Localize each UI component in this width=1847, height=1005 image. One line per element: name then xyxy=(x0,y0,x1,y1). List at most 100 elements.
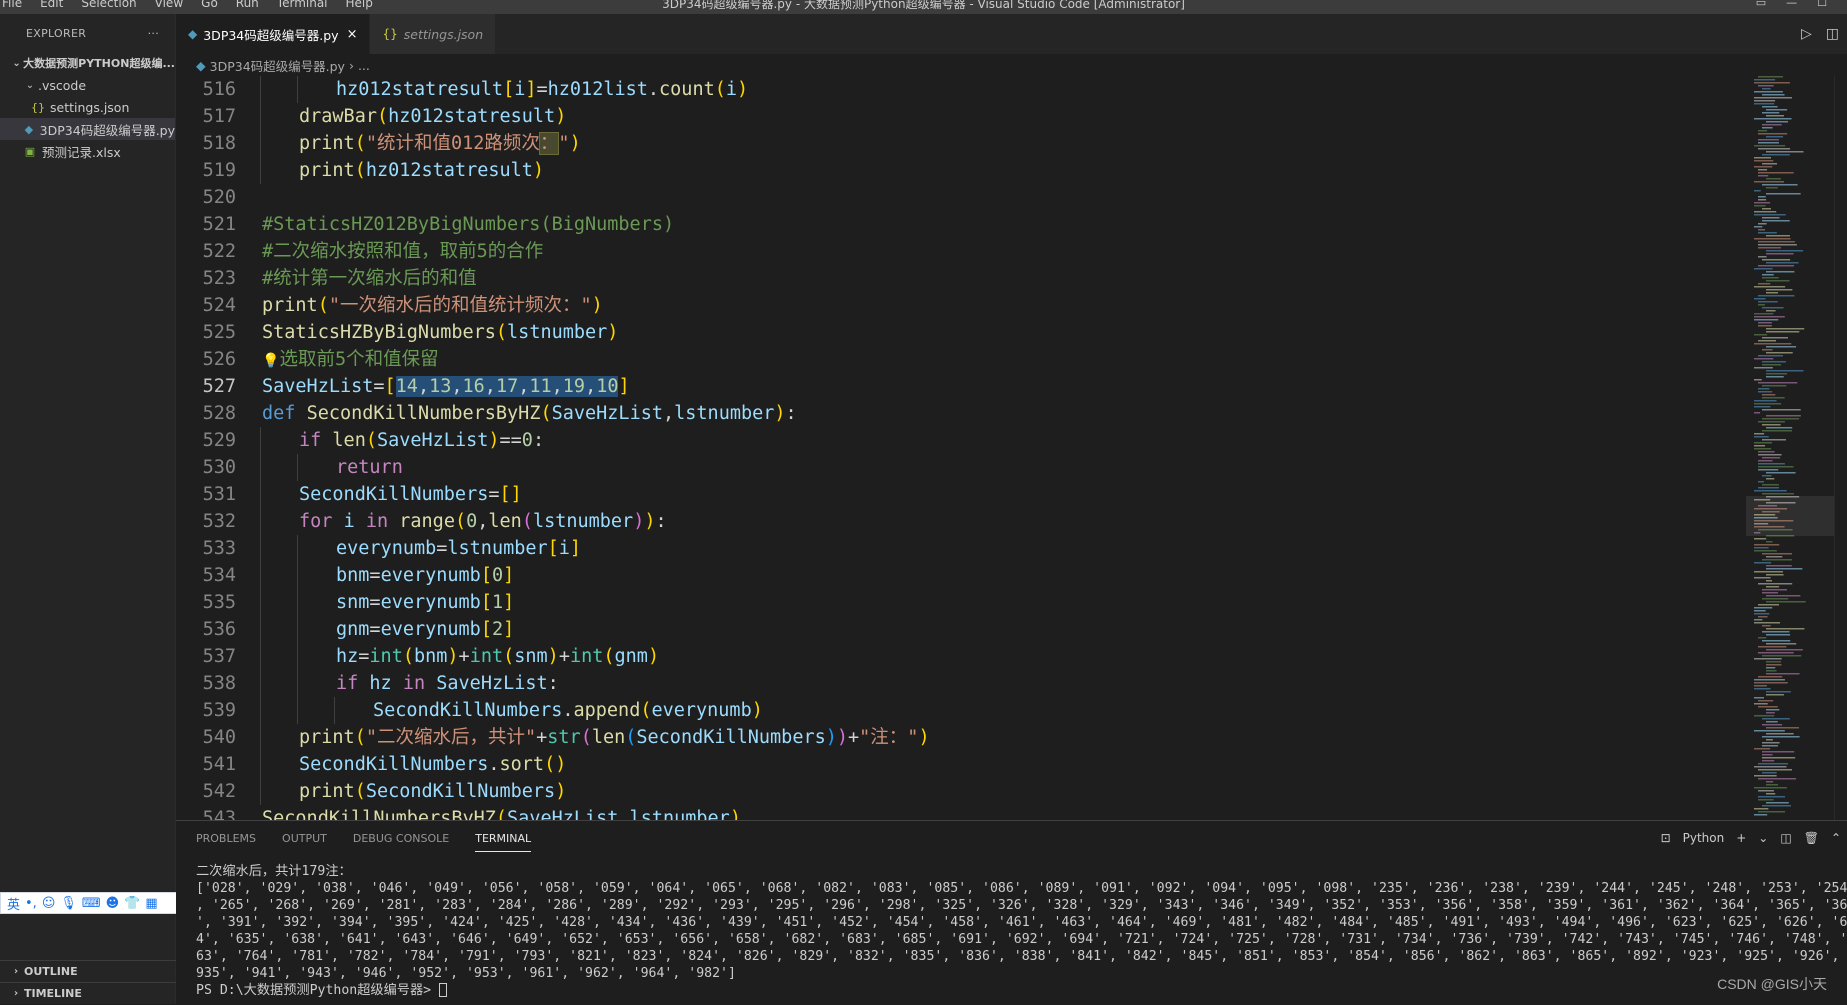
close-icon[interactable]: × xyxy=(347,27,358,42)
minimap-line xyxy=(1754,82,1790,84)
code-line[interactable]: 527 SaveHzList=[14,13,16,17,11,19,10] xyxy=(176,373,1746,400)
run-icon[interactable]: ▷ xyxy=(1801,26,1812,42)
code-line[interactable]: 521 #StaticsHZ012ByBigNumbers(BigNumbers) xyxy=(176,211,1746,238)
minimap-line xyxy=(1754,313,1774,315)
maximize-panel-icon[interactable]: ⌃ xyxy=(1831,831,1841,845)
minimap-line xyxy=(1758,130,1768,132)
code-line[interactable]: 537 hz=int(bnm)+int(snm)+int(gnm) xyxy=(176,643,1746,670)
minimap-line xyxy=(1762,553,1793,555)
tab-output[interactable]: OUTPUT xyxy=(282,832,327,845)
keyboard-icon[interactable]: ⌨ xyxy=(82,896,101,911)
minimap-line xyxy=(1766,262,1799,264)
punctuation-icon[interactable]: •, xyxy=(25,896,37,911)
minimap[interactable] xyxy=(1746,76,1846,820)
terminal-prompt[interactable]: PS D:\大数据预测Python超级编号器> xyxy=(196,982,1847,999)
minimap-line xyxy=(1762,772,1777,774)
minimize-icon[interactable]: — xyxy=(1786,0,1797,9)
minimap-line xyxy=(1754,679,1785,681)
split-terminal-icon[interactable]: ◫ xyxy=(1780,831,1791,845)
code-line[interactable]: 534 bnm=everynumb[0] xyxy=(176,562,1746,589)
code-line[interactable]: 524 print("一次缩水后的和值统计频次：") xyxy=(176,292,1746,319)
minimap-line xyxy=(1762,337,1789,339)
code-text: if len(SaveHzList)==0: xyxy=(299,430,545,451)
minimap-line xyxy=(1766,733,1794,735)
code-line[interactable]: 522 #二次缩水按照和值，取前5的合作 xyxy=(176,238,1746,265)
tab-terminal[interactable]: TERMINAL xyxy=(475,825,532,852)
indent-guide xyxy=(260,616,261,643)
vertical-scrollbar[interactable] xyxy=(1834,76,1846,820)
skin-icon[interactable]: 👕 xyxy=(124,896,140,911)
terminal-shell-label[interactable]: Python xyxy=(1683,831,1725,845)
minimap-line xyxy=(1754,490,1787,492)
terminal-line: 4', '635', '638', '641', '643', '646', '… xyxy=(196,932,1847,947)
minimap-line xyxy=(1762,493,1795,495)
timeline-section[interactable]: › TIMELINE xyxy=(0,982,176,1004)
minimap-line xyxy=(1754,544,1780,546)
code-line[interactable]: 540 print("二次缩水后，共计"+str(len(SecondKillNu… xyxy=(176,724,1746,751)
tab-python-file[interactable]: ◆ 3DP34码超级编号器.py × xyxy=(176,14,371,54)
minimap-line xyxy=(1766,115,1784,117)
code-line[interactable]: 526 💡选取前5个和值保留 xyxy=(176,346,1746,373)
code-line[interactable]: 518 print("统计和值012路频次：") xyxy=(176,130,1746,157)
chevron-down-icon[interactable]: ⌄ xyxy=(1758,831,1768,845)
explorer-header: EXPLORER ··· xyxy=(0,14,175,52)
code-line[interactable]: 541 SecondKillNumbers.sort() xyxy=(176,751,1746,778)
breadcrumb-file[interactable]: 3DP34码超级编号器.py xyxy=(210,56,345,75)
code-line[interactable]: 539 SecondKillNumbers.append(everynumb) xyxy=(176,697,1746,724)
breadcrumb: ◆ 3DP34码超级编号器.py › ... xyxy=(176,54,1847,76)
chevron-right-icon: › xyxy=(13,988,19,999)
code-line[interactable]: 535 snm=everynumb[1] xyxy=(176,589,1746,616)
split-editor-icon[interactable]: ◫ xyxy=(1826,26,1839,42)
minimap-line xyxy=(1766,310,1776,312)
tab-settings-json[interactable]: {} settings.json xyxy=(370,14,497,54)
code-line[interactable]: 516 hz012statresult[i]=hz012list.count(i) xyxy=(176,76,1746,103)
workspace-folder[interactable]: ⌄ 大数据预测PYTHON超级编... xyxy=(0,52,175,74)
code-line[interactable]: 519 print(hz012statresult) xyxy=(176,157,1746,184)
code-line[interactable]: 532 for i in range(0,len(lstnumber)): xyxy=(176,508,1746,535)
grid-icon[interactable]: ▦ xyxy=(145,896,157,911)
line-number: 541 xyxy=(202,754,236,775)
trash-icon[interactable]: 🗑 xyxy=(1804,831,1819,845)
code-line[interactable]: 525 StaticsHZByBigNumbers(lstnumber) xyxy=(176,319,1746,346)
add-terminal-icon[interactable]: + xyxy=(1736,831,1746,845)
emoji-icon[interactable]: ☺ xyxy=(42,896,56,911)
tree-item-xlsx[interactable]: ▣ 预测记录.xlsx xyxy=(0,140,175,162)
code-line[interactable]: 536 gnm=everynumb[2] xyxy=(176,616,1746,643)
code-line[interactable]: 520 xyxy=(176,184,1746,211)
tree-item-vscode[interactable]: ⌄ .vscode xyxy=(0,74,175,96)
code-line[interactable]: 531 SecondKillNumbers=[] xyxy=(176,481,1746,508)
minimap-line xyxy=(1766,649,1803,651)
panel-tabs: PROBLEMS OUTPUT DEBUG CONSOLE TERMINAL ⊡… xyxy=(176,821,1847,855)
microphone-icon[interactable]: 🎙 xyxy=(60,896,77,911)
code-line[interactable]: 542 print(SecondKillNumbers) xyxy=(176,778,1746,805)
layout-icon[interactable]: ▭ xyxy=(1756,0,1766,9)
tree-item-python-file[interactable]: ◆ 3DP34码超级编号器.py xyxy=(0,118,175,140)
code-editor[interactable]: 516 hz012statresult[i]=hz012list.count(i)… xyxy=(176,76,1746,832)
code-line[interactable]: 528 def SecondKillNumbersByHZ(SaveHzList,… xyxy=(176,400,1746,427)
code-line[interactable]: 538 if hz in SaveHzList: xyxy=(176,670,1746,697)
code-line[interactable]: 533 everynumb=lstnumber[i] xyxy=(176,535,1746,562)
code-line[interactable]: 523 #统计第一次缩水后的和值 xyxy=(176,265,1746,292)
terminal-output[interactable]: 二次缩水后，共计179注： ['028', '029', '038', '046'… xyxy=(176,855,1847,1005)
indent-guide xyxy=(260,643,261,670)
outline-section[interactable]: › OUTLINE xyxy=(0,960,176,982)
line-number: 535 xyxy=(202,592,236,613)
indent-guide xyxy=(297,670,298,697)
breadcrumb-symbol[interactable]: ... xyxy=(358,58,370,73)
tab-debug-console[interactable]: DEBUG CONSOLE xyxy=(353,832,449,845)
code-line[interactable]: 517 drawBar(hz012statresult) xyxy=(176,103,1746,130)
minimap-line xyxy=(1758,676,1783,678)
ime-language[interactable]: 英 xyxy=(7,894,20,913)
tree-item-settings-json[interactable]: {} settings.json xyxy=(0,96,175,118)
code-line[interactable]: 529 if len(SaveHzList)==0: xyxy=(176,427,1746,454)
more-actions-icon[interactable]: ··· xyxy=(148,27,159,40)
tab-problems[interactable]: PROBLEMS xyxy=(196,832,256,845)
user-icon[interactable]: ☻ xyxy=(106,896,120,911)
minimap-line xyxy=(1762,592,1779,594)
code-text: SecondKillNumbers=[] xyxy=(299,484,522,505)
minimap-line xyxy=(1762,349,1773,351)
line-number: 517 xyxy=(202,106,236,127)
code-line[interactable]: 530 return xyxy=(176,454,1746,481)
minimap-line xyxy=(1762,457,1781,459)
maximize-icon[interactable]: ☐ xyxy=(1817,0,1827,9)
